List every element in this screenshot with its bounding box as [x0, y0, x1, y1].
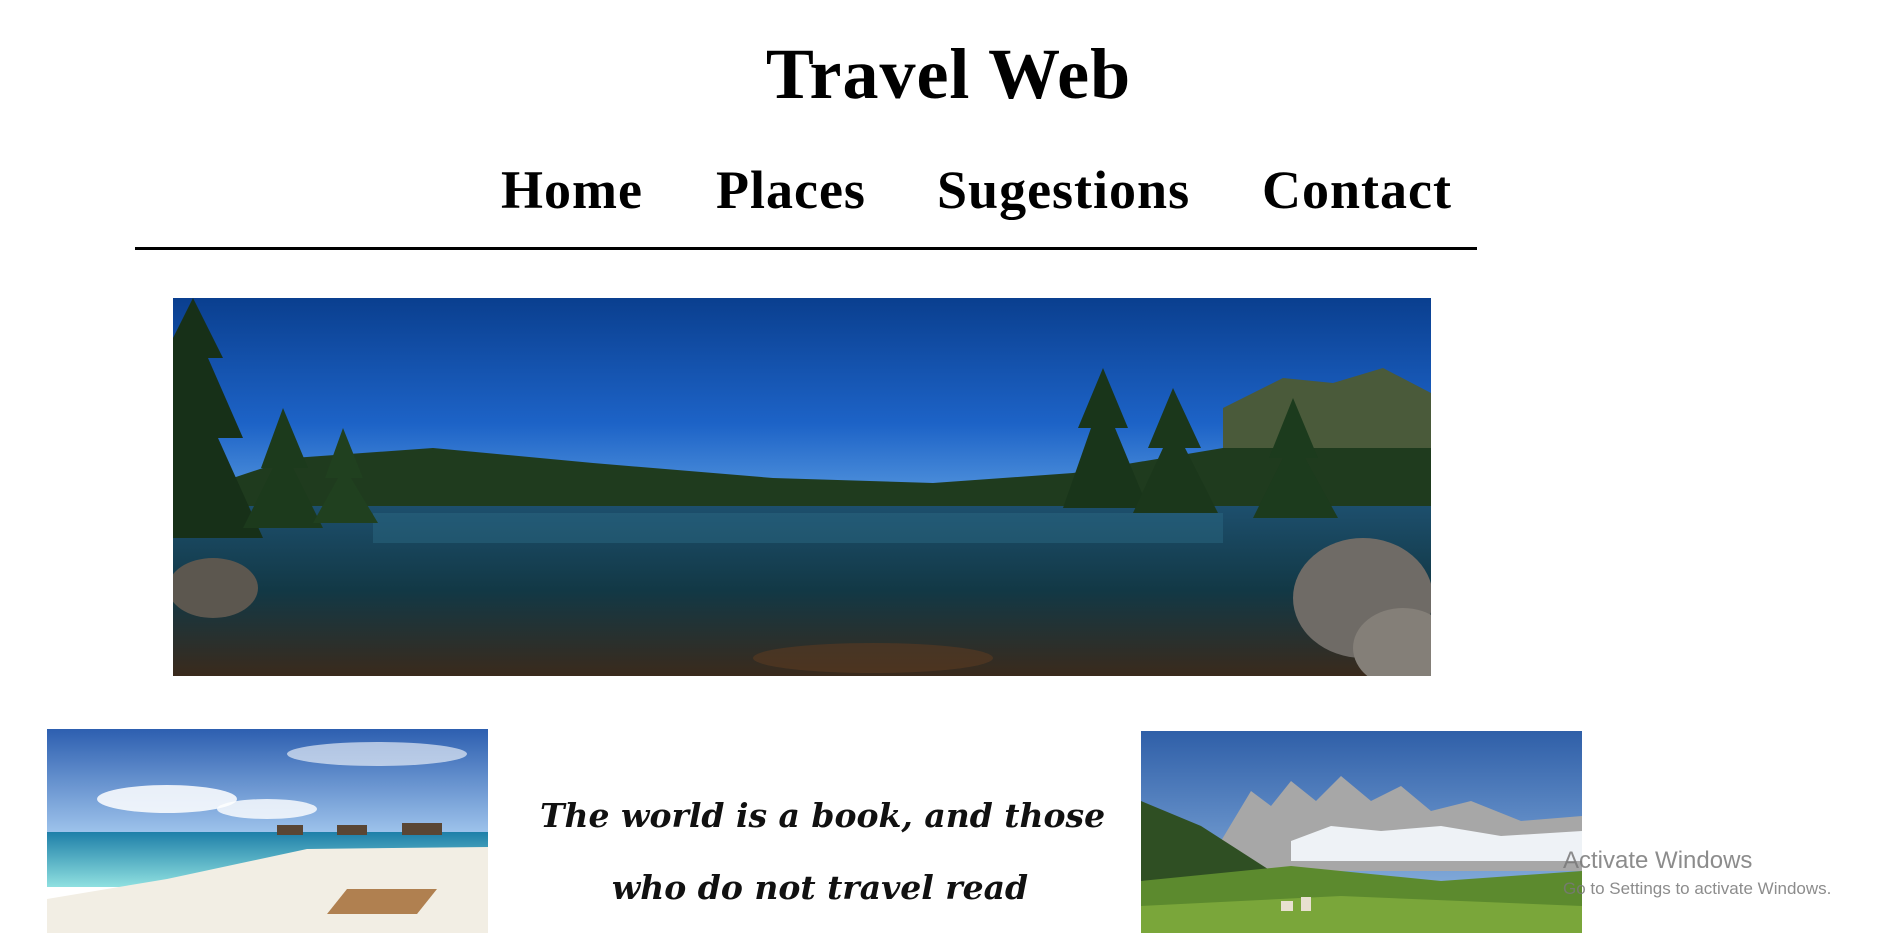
- watermark-title: Activate Windows: [1563, 847, 1753, 874]
- quote-line-1: The world is a book, and those: [540, 796, 1106, 835]
- watermark-subtitle: Go to Settings to activate Windows.: [1563, 879, 1832, 898]
- site-title: Travel Web: [765, 34, 1132, 114]
- activate-windows-watermark: Activate Windows Go to Settings to activ…: [1563, 846, 1831, 902]
- main-nav: Home Places Sugestions Contact: [0, 160, 1897, 220]
- nav-link-sugestions[interactable]: Sugestions: [937, 160, 1190, 220]
- travel-quote: The world is a book, and those who do no…: [540, 780, 1106, 924]
- nav-divider: [135, 247, 1477, 250]
- quote-line-2: who do not travel read: [611, 868, 1029, 907]
- nav-link-places[interactable]: Places: [716, 160, 866, 220]
- alpine-mountain-image: [1141, 731, 1582, 933]
- beach-bungalows-image: [47, 729, 488, 933]
- nav-link-contact[interactable]: Contact: [1262, 160, 1452, 220]
- nav-link-home[interactable]: Home: [501, 160, 643, 220]
- hero-lake-image: [173, 298, 1431, 676]
